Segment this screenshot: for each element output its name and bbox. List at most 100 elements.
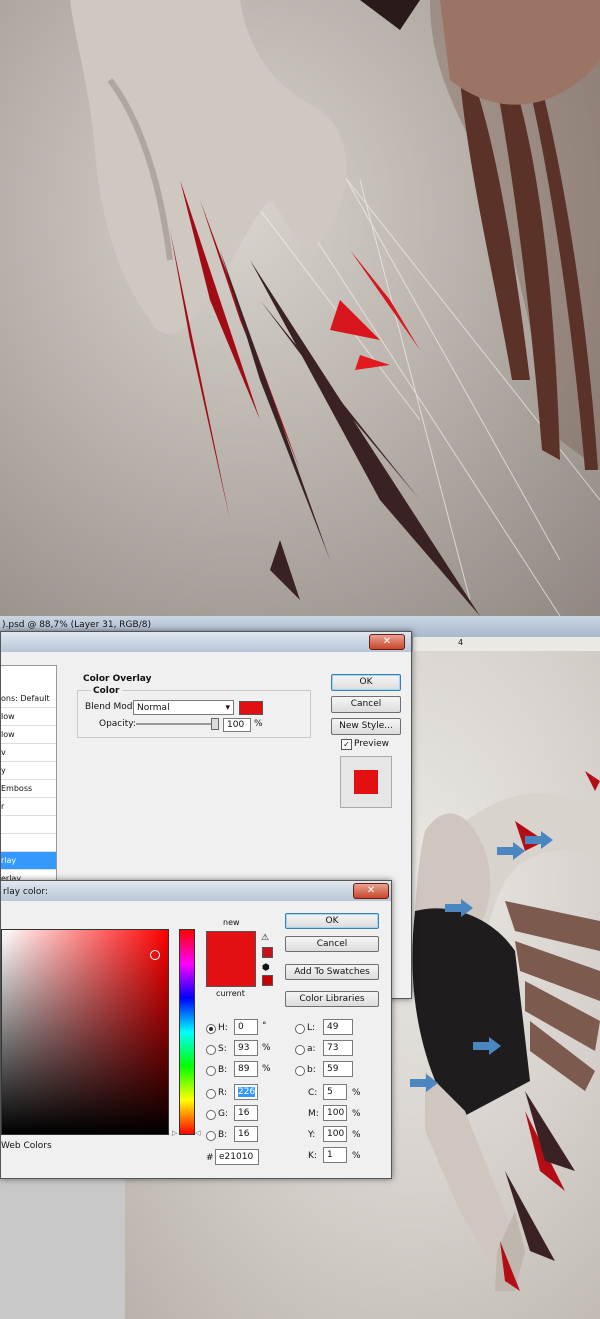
document-title: ).psd @ 88,7% (Layer 31, RGB/8) — [2, 620, 151, 630]
style-row-contour[interactable]: r — [1, 798, 56, 816]
style-label: r — [1, 802, 5, 811]
hue-slider-handle-right[interactable]: ◁ — [195, 1129, 200, 1137]
gamut-color-swatch[interactable] — [262, 947, 273, 958]
color-libraries-button[interactable]: Color Libraries — [285, 991, 379, 1007]
lightness-radio[interactable] — [295, 1024, 305, 1034]
hex-input[interactable]: e21010 — [215, 1149, 259, 1165]
green-key: G: — [218, 1109, 229, 1119]
saturation-radio[interactable] — [206, 1045, 216, 1055]
style-label: low — [1, 712, 15, 721]
blue-input[interactable]: 16 — [234, 1126, 258, 1142]
web-colors-label: Web Colors — [1, 1141, 52, 1151]
ruler-mark: 4 — [458, 638, 464, 647]
style-label: v — [1, 748, 6, 757]
opacity-label: Opacity: — [99, 719, 136, 729]
green-radio[interactable] — [206, 1110, 216, 1120]
annotation-arrow-4 — [473, 1037, 501, 1055]
yellow-input[interactable]: 100 — [323, 1126, 347, 1142]
group-title: Color — [91, 686, 122, 696]
add-to-swatches-button[interactable]: Add To Swatches — [285, 964, 379, 980]
opacity-slider-track[interactable] — [136, 723, 216, 725]
style-row-outer-glow[interactable]: v — [1, 744, 56, 762]
style-row-texture[interactable] — [1, 816, 56, 834]
ok-button[interactable]: OK — [331, 674, 401, 691]
chevron-down-icon: ▾ — [225, 703, 230, 713]
layer-style-close-button[interactable]: ✕ — [369, 634, 405, 650]
blend-mode-value: Normal — [137, 703, 170, 713]
black-input[interactable]: 1 — [323, 1147, 347, 1163]
color-picker-title: rlay color: — [3, 887, 48, 897]
style-row-bevel-emboss[interactable]: Emboss — [1, 780, 56, 798]
saturation-input[interactable]: 93 — [234, 1040, 258, 1056]
saturation-key: S: — [218, 1044, 227, 1054]
style-row-inner-glow[interactable]: y — [1, 762, 56, 780]
preview-checkbox[interactable]: ✓ — [341, 739, 352, 750]
web-safe-color-swatch[interactable] — [262, 975, 273, 986]
yellow-unit: % — [352, 1130, 361, 1140]
blue-radio[interactable] — [206, 1131, 216, 1141]
magenta-unit: % — [352, 1109, 361, 1119]
opacity-unit: % — [254, 719, 263, 729]
warning-icon[interactable]: ⚠ — [261, 933, 269, 943]
style-label: low — [1, 730, 15, 739]
preview-label: Preview — [354, 739, 390, 749]
hex-label: # — [206, 1153, 214, 1163]
annotation-arrow-3 — [445, 899, 473, 917]
artwork-closeup — [0, 0, 600, 616]
color-field-marker[interactable] — [150, 950, 160, 960]
new-style-button[interactable]: New Style... — [331, 718, 401, 735]
annotation-arrow-5 — [410, 1074, 438, 1092]
cyan-key: C: — [308, 1088, 318, 1098]
style-row-color-overlay[interactable]: rlay — [1, 852, 56, 870]
red-radio[interactable] — [206, 1089, 216, 1099]
style-row-inner-shadow[interactable]: low — [1, 726, 56, 744]
a-channel-input[interactable]: 73 — [323, 1040, 353, 1056]
horizontal-ruler: 4 — [413, 637, 600, 652]
style-label: ons: Default — [1, 694, 50, 703]
picker-cancel-button[interactable]: Cancel — [285, 936, 379, 952]
lightness-input[interactable]: 49 — [323, 1019, 353, 1035]
red-value-selected: 226 — [238, 1087, 256, 1097]
picker-ok-button[interactable]: OK — [285, 913, 379, 929]
style-label: y — [1, 766, 6, 775]
blend-mode-select[interactable]: Normal ▾ — [133, 700, 234, 715]
brightness-input[interactable]: 89 — [234, 1061, 258, 1077]
color-picker-dialog: rlay color: ✕ ▷ ◁ Web Colors new current… — [0, 880, 392, 1179]
saturation-brightness-field[interactable] — [1, 929, 169, 1135]
opacity-input[interactable]: 100 — [223, 718, 251, 732]
green-input[interactable]: 16 — [234, 1105, 258, 1121]
hue-slider[interactable] — [179, 929, 195, 1135]
artwork-illustration — [70, 0, 600, 616]
opacity-slider-handle[interactable] — [211, 718, 219, 730]
brightness-key: B: — [218, 1065, 228, 1075]
left-panel-background — [0, 1156, 125, 1319]
a-channel-radio[interactable] — [295, 1045, 305, 1055]
cancel-button[interactable]: Cancel — [331, 696, 401, 713]
color-picker-close-button[interactable]: ✕ — [353, 883, 389, 899]
annotation-arrow-1 — [497, 842, 525, 860]
b-channel-radio[interactable] — [295, 1066, 305, 1076]
web-cube-icon[interactable]: ⬢ — [262, 963, 270, 973]
hue-key: H: — [218, 1023, 228, 1033]
black-key: K: — [308, 1151, 317, 1161]
style-row-drop-shadow[interactable]: low — [1, 708, 56, 726]
style-row-blending-options[interactable]: ons: Default — [1, 690, 56, 708]
hue-input[interactable]: 0 — [234, 1019, 258, 1035]
color-compare-box — [206, 931, 256, 987]
cyan-unit: % — [352, 1088, 361, 1098]
overlay-color-swatch[interactable] — [239, 701, 263, 715]
cyan-input[interactable]: 5 — [323, 1084, 347, 1100]
hue-slider-handle-left[interactable]: ▷ — [172, 1129, 177, 1137]
hue-radio[interactable] — [206, 1024, 216, 1034]
style-preview-box — [340, 756, 392, 808]
b-channel-key: b: — [307, 1065, 316, 1075]
brightness-radio[interactable] — [206, 1066, 216, 1076]
red-input[interactable]: 226 — [234, 1084, 258, 1100]
black-unit: % — [352, 1151, 361, 1161]
color-picker-titlebar[interactable]: rlay color: — [1, 881, 391, 901]
layer-style-titlebar[interactable] — [1, 632, 411, 652]
current-color-swatch[interactable] — [207, 959, 255, 986]
b-channel-input[interactable]: 59 — [323, 1061, 353, 1077]
magenta-input[interactable]: 100 — [323, 1105, 347, 1121]
style-row-satin[interactable] — [1, 834, 56, 852]
